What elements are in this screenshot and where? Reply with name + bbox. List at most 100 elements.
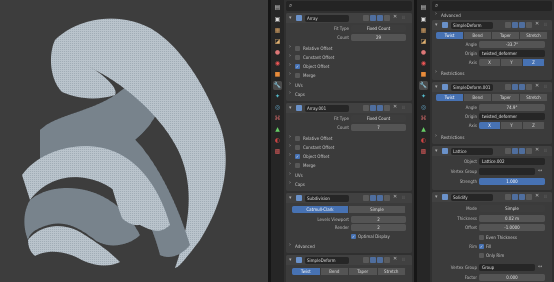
twist-option[interactable]: Twist <box>436 32 464 39</box>
origin-field[interactable]: twisted_deformer <box>479 113 545 120</box>
object-offset-checkbox[interactable]: ✓ <box>295 64 300 69</box>
modifier-header[interactable]: ▾ Solidify ✕ ⠿ <box>432 192 552 202</box>
drag-handle-icon[interactable]: ⠿ <box>402 15 405 20</box>
viewport-toggle-icon[interactable] <box>370 257 376 263</box>
stretch-option[interactable]: Stretch <box>520 32 548 39</box>
view-layer-tab-icon[interactable]: ◪ <box>273 37 282 46</box>
constraints-tab-icon[interactable]: ⌘ <box>273 114 282 123</box>
modifier-header[interactable]: ▾ Array ✕ ⠿ <box>286 13 412 23</box>
dropdown-menu-icon[interactable] <box>384 15 390 21</box>
render-toggle-icon[interactable] <box>519 194 525 200</box>
deform-method-toggle[interactable]: Twist Bend Taper Stretch <box>436 32 548 39</box>
stretch-option[interactable]: Stretch <box>520 94 548 101</box>
invert-vertex-group-icon[interactable]: ↔ <box>538 168 542 174</box>
chevron-down-icon[interactable]: ▾ <box>435 194 438 200</box>
chevron-down-icon[interactable]: ▾ <box>289 15 292 21</box>
catmull-clark-option[interactable]: Catmull-Clark <box>292 206 349 213</box>
chevron-right-icon[interactable]: › <box>289 171 291 177</box>
dropdown-menu-icon[interactable] <box>526 22 532 28</box>
close-icon[interactable]: ✕ <box>535 147 539 153</box>
material-tab-icon[interactable]: ◐ <box>419 136 428 145</box>
chevron-right-icon[interactable]: › <box>289 90 291 96</box>
close-icon[interactable]: ✕ <box>535 193 539 199</box>
dropdown-menu-icon[interactable] <box>384 195 390 201</box>
edit-mode-toggle-icon[interactable] <box>505 194 511 200</box>
viewport-toggle-icon[interactable] <box>512 194 518 200</box>
tool-tab-icon[interactable]: ▤ <box>273 3 282 12</box>
taper-option[interactable]: Taper <box>492 94 520 101</box>
render-toggle-icon[interactable] <box>519 84 525 90</box>
axis-toggle[interactable]: X Y Z <box>479 59 545 66</box>
advanced-subpanel-label[interactable]: Advanced <box>295 244 315 249</box>
uvs-subpanel-label[interactable]: UVs <box>295 173 303 178</box>
close-icon[interactable]: ✕ <box>393 14 397 20</box>
axis-z-option[interactable]: Z <box>523 122 545 129</box>
chevron-right-icon[interactable]: › <box>289 152 291 158</box>
levels-viewport-field[interactable]: 2 <box>351 216 406 223</box>
uvs-subpanel-label[interactable]: UVs <box>295 83 303 88</box>
particles-tab-icon[interactable]: ✦ <box>273 92 282 101</box>
drag-handle-icon[interactable]: ⠿ <box>544 22 547 27</box>
chevron-right-icon[interactable]: › <box>289 143 291 149</box>
offset-field[interactable]: -1.0000 <box>479 224 545 231</box>
scene-tab-icon[interactable]: ● <box>419 48 428 57</box>
deform-method-toggle[interactable]: Twist Bend Taper Stretch <box>292 268 406 275</box>
viewport-toggle-icon[interactable] <box>512 84 518 90</box>
modifier-name-field[interactable]: SimpleDeform <box>451 22 493 29</box>
world-tab-icon[interactable]: ◉ <box>273 59 282 68</box>
fit-type-select[interactable]: Fixed Count <box>351 25 406 32</box>
drag-handle-icon[interactable]: ⠿ <box>402 105 405 110</box>
origin-field[interactable]: twisted_deformer <box>479 50 545 57</box>
chevron-right-icon[interactable]: › <box>289 134 291 140</box>
thickness-field[interactable]: 0.02 m <box>479 215 545 222</box>
axis-toggle[interactable]: X Y Z <box>479 122 545 129</box>
constraints-tab-icon[interactable]: ⌘ <box>419 114 428 123</box>
constant-offset-checkbox[interactable] <box>295 55 300 60</box>
caps-subpanel-label[interactable]: Caps <box>295 182 305 187</box>
viewport-toggle-icon[interactable] <box>512 22 518 28</box>
3d-viewport[interactable] <box>0 0 268 282</box>
properties-search-input[interactable]: ⌕ <box>432 1 552 11</box>
physics-tab-icon[interactable]: ◎ <box>273 103 282 112</box>
close-icon[interactable]: ✕ <box>393 194 397 200</box>
chevron-right-icon[interactable]: › <box>289 71 291 77</box>
texture-tab-icon[interactable]: ▩ <box>273 147 282 156</box>
chevron-right-icon[interactable]: › <box>289 62 291 68</box>
properties-search-input[interactable]: ⌕ <box>286 1 412 11</box>
simple-option[interactable]: Simple <box>349 206 406 213</box>
chevron-down-icon[interactable]: ▾ <box>435 148 438 154</box>
modifier-tab-icon[interactable]: 🔧 <box>419 81 428 90</box>
object-field[interactable]: Lattice.002 <box>479 158 545 165</box>
close-icon[interactable]: ✕ <box>393 256 397 262</box>
angle-field[interactable]: -33.7° <box>479 41 545 48</box>
data-tab-icon[interactable]: ▲ <box>419 125 428 134</box>
factor-field[interactable]: 0.000 <box>479 274 545 281</box>
chevron-right-icon[interactable]: › <box>435 69 437 75</box>
modifier-name-field[interactable]: Lattice <box>451 148 493 155</box>
count-field[interactable]: 29 <box>351 34 406 41</box>
bend-option[interactable]: Bend <box>464 32 492 39</box>
modifier-name-field[interactable]: Array.001 <box>305 105 349 112</box>
render-toggle-icon[interactable] <box>377 105 383 111</box>
dropdown-menu-icon[interactable] <box>526 194 532 200</box>
twist-option[interactable]: Twist <box>436 94 464 101</box>
close-icon[interactable]: ✕ <box>535 83 539 89</box>
chevron-right-icon[interactable]: › <box>289 161 291 167</box>
edit-mode-toggle-icon[interactable] <box>363 105 369 111</box>
close-icon[interactable]: ✕ <box>535 21 539 27</box>
viewport-toggle-icon[interactable] <box>370 15 376 21</box>
modifier-name-field[interactable]: SimpleDeform <box>305 257 349 264</box>
data-tab-icon[interactable]: ▲ <box>273 125 282 134</box>
render-toggle-icon[interactable] <box>377 15 383 21</box>
tool-tab-icon[interactable]: ▤ <box>419 3 428 12</box>
advanced-subpanel-label[interactable]: Advanced <box>441 13 461 18</box>
relative-offset-checkbox[interactable] <box>295 136 300 141</box>
drag-handle-icon[interactable]: ⠿ <box>544 148 547 153</box>
dropdown-menu-icon[interactable] <box>526 148 532 154</box>
even-thickness-checkbox[interactable] <box>479 235 484 240</box>
dropdown-menu-icon[interactable] <box>384 257 390 263</box>
render-toggle-icon[interactable] <box>519 22 525 28</box>
output-tab-icon[interactable]: ▦ <box>273 26 282 35</box>
drag-handle-icon[interactable]: ⠿ <box>402 195 405 200</box>
render-tab-icon[interactable]: ▣ <box>419 15 428 24</box>
